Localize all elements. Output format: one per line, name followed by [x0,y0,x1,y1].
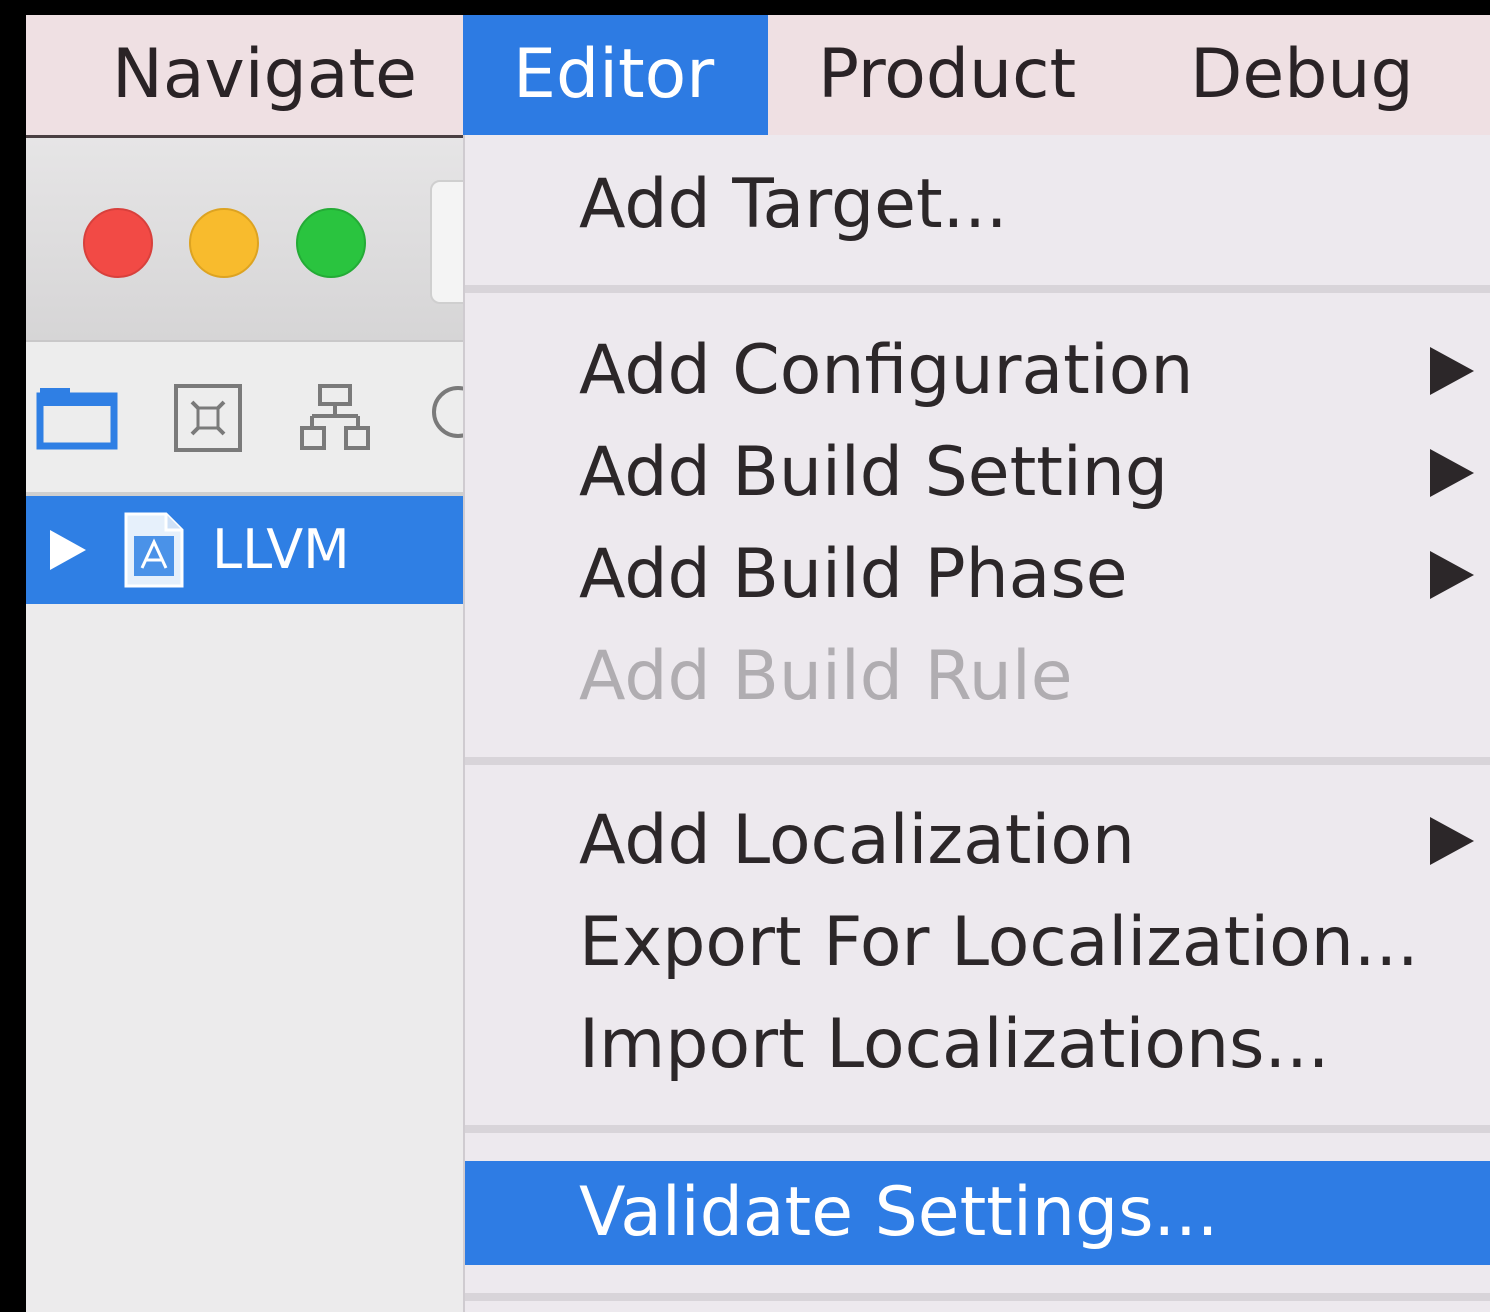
menu-debug[interactable]: Debug [1190,15,1414,135]
menu-item-add-configuration[interactable]: Add Configuration [465,319,1490,423]
menu-item-label: Add Configuration [579,331,1194,410]
project-tree-row[interactable]: LLVM [26,496,466,604]
source-control-icon[interactable] [172,382,244,454]
menu-item-add-build-setting[interactable]: Add Build Setting [465,421,1490,525]
editor-menu: Add Target... Add Configuration Add Buil… [463,135,1490,1312]
menu-item-validate-settings[interactable]: Validate Settings... [465,1161,1490,1265]
menu-item-add-build-phase[interactable]: Add Build Phase [465,523,1490,627]
menu-product[interactable]: Product [818,15,1076,135]
menu-item-add-localization[interactable]: Add Localization [465,789,1490,893]
menu-item-add-build-rule: Add Build Rule [465,625,1490,729]
menu-item-add-target[interactable]: Add Target... [465,153,1490,257]
zoom-window-button[interactable] [296,208,366,278]
menu-item-label: Add Build Setting [579,433,1169,512]
folder-icon[interactable] [36,382,120,452]
submenu-arrow-icon [1430,449,1474,497]
window-titlebar [26,138,494,342]
project-name: LLVM [212,518,350,581]
xcode-window: LLVM [26,138,494,1312]
minimize-window-button[interactable] [189,208,259,278]
menu-separator [465,1125,1490,1133]
menu-item-label: Import Localizations... [579,1005,1330,1084]
menu-separator [465,285,1490,293]
submenu-arrow-icon [1430,817,1474,865]
menu-item-label: Add Target... [579,165,1008,244]
menu-editor[interactable]: Editor [463,15,768,135]
menu-separator [465,757,1490,765]
menu-item-label: Validate Settings... [579,1173,1219,1252]
menu-item-label: Add Build Rule [579,637,1073,716]
menu-item-export-for-localization[interactable]: Export For Localization... [465,891,1490,995]
screen: Navigate Editor Product Debug LLVM Add T… [26,15,1490,1312]
navigator-tabs [26,342,484,496]
menu-item-label: Add Build Phase [579,535,1128,614]
hierarchy-icon[interactable] [298,382,372,454]
menu-separator [465,1293,1490,1301]
menu-item-import-localizations[interactable]: Import Localizations... [465,993,1490,1097]
submenu-arrow-icon [1430,551,1474,599]
menu-item-label: Add Localization [579,801,1136,880]
close-window-button[interactable] [83,208,153,278]
menu-navigate[interactable]: Navigate [112,15,417,135]
menu-bar: Navigate Editor Product Debug [26,15,1490,138]
disclosure-triangle-icon[interactable] [48,528,88,572]
project-file-icon [124,512,184,588]
menu-item-label: Export For Localization... [579,903,1419,982]
submenu-arrow-icon [1430,347,1474,395]
